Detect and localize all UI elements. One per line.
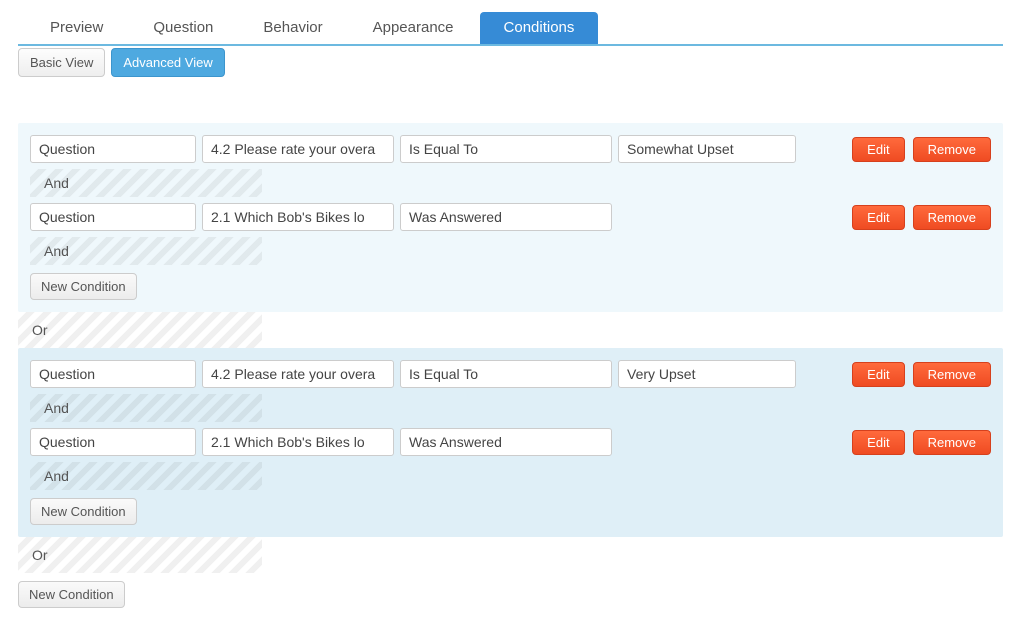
tab-appearance[interactable]: Appearance xyxy=(349,12,478,44)
edit-button[interactable]: Edit xyxy=(852,137,904,162)
operator-select[interactable]: Is Equal To xyxy=(400,360,612,388)
nav-tabs: Preview Question Behavior Appearance Con… xyxy=(18,12,1003,46)
or-connector: Or xyxy=(18,312,262,348)
basic-view-button[interactable]: Basic View xyxy=(18,48,105,77)
question-select[interactable]: 4.2 Please rate your overa xyxy=(202,135,394,163)
tab-behavior[interactable]: Behavior xyxy=(239,12,346,44)
condition-row: Question 4.2 Please rate your overa Is E… xyxy=(30,360,991,388)
new-condition-button[interactable]: New Condition xyxy=(30,498,137,525)
and-connector: And xyxy=(30,169,262,197)
and-connector: And xyxy=(30,237,262,265)
subject-select[interactable]: Question xyxy=(30,203,196,231)
remove-button[interactable]: Remove xyxy=(913,362,991,387)
advanced-view-button[interactable]: Advanced View xyxy=(111,48,224,77)
condition-row: Question 2.1 Which Bob's Bikes lo Was An… xyxy=(30,203,991,231)
condition-group-2: Question 4.2 Please rate your overa Is E… xyxy=(18,348,1003,537)
remove-button[interactable]: Remove xyxy=(913,137,991,162)
edit-button[interactable]: Edit xyxy=(852,205,904,230)
operator-select[interactable]: Is Equal To xyxy=(400,135,612,163)
operator-select[interactable]: Was Answered xyxy=(400,428,612,456)
subject-select[interactable]: Question xyxy=(30,135,196,163)
new-condition-button[interactable]: New Condition xyxy=(18,581,125,608)
tab-conditions[interactable]: Conditions xyxy=(480,12,599,44)
and-connector: And xyxy=(30,394,262,422)
condition-row: Question 4.2 Please rate your overa Is E… xyxy=(30,135,991,163)
remove-button[interactable]: Remove xyxy=(913,430,991,455)
edit-button[interactable]: Edit xyxy=(852,362,904,387)
value-select[interactable]: Somewhat Upset xyxy=(618,135,796,163)
tab-question[interactable]: Question xyxy=(129,12,237,44)
edit-button[interactable]: Edit xyxy=(852,430,904,455)
remove-button[interactable]: Remove xyxy=(913,205,991,230)
question-select[interactable]: 4.2 Please rate your overa xyxy=(202,360,394,388)
operator-select[interactable]: Was Answered xyxy=(400,203,612,231)
value-select[interactable]: Very Upset xyxy=(618,360,796,388)
condition-group-1: Question 4.2 Please rate your overa Is E… xyxy=(18,123,1003,312)
question-select[interactable]: 2.1 Which Bob's Bikes lo xyxy=(202,203,394,231)
new-condition-button[interactable]: New Condition xyxy=(30,273,137,300)
and-connector: And xyxy=(30,462,262,490)
view-toggle: Basic View Advanced View xyxy=(18,48,1003,77)
subject-select[interactable]: Question xyxy=(30,360,196,388)
tab-preview[interactable]: Preview xyxy=(26,12,127,44)
question-select[interactable]: 2.1 Which Bob's Bikes lo xyxy=(202,428,394,456)
subject-select[interactable]: Question xyxy=(30,428,196,456)
condition-row: Question 2.1 Which Bob's Bikes lo Was An… xyxy=(30,428,991,456)
or-connector: Or xyxy=(18,537,262,573)
